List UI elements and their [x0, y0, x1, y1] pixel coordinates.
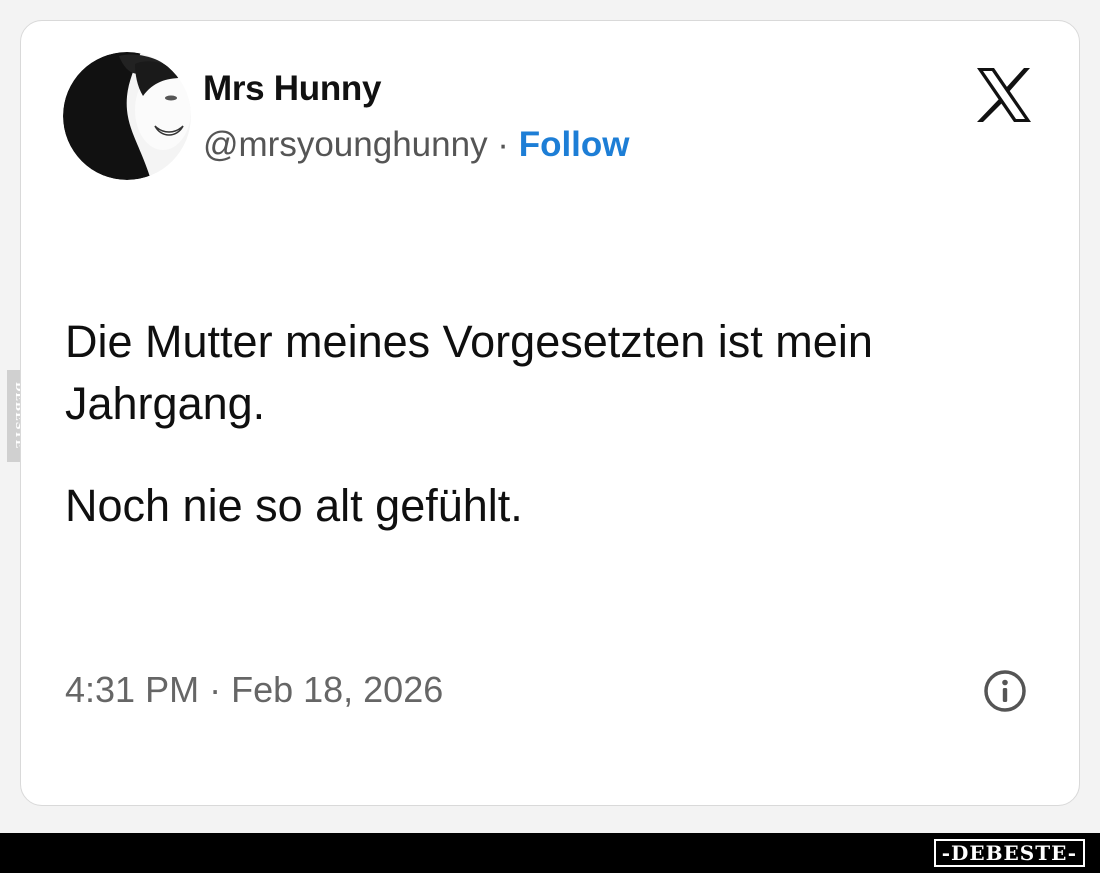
bottom-watermark-bar: -DEBESTE- [0, 833, 1100, 873]
tweet-time: 4:31 PM [65, 669, 200, 710]
tweet-paragraph: Noch nie so alt gefühlt. [65, 480, 523, 531]
x-logo-icon[interactable] [974, 65, 1034, 125]
info-icon[interactable] [983, 669, 1027, 713]
handle-separator: · [487, 125, 519, 164]
handle-row: @mrsyounghunny · Follow [203, 125, 630, 165]
tweet-timestamp[interactable]: 4:31 PM · Feb 18, 2026 [65, 669, 443, 711]
page-background: DEBESTE Mrs Hunny @mrsyounghun [0, 0, 1100, 833]
avatar[interactable] [63, 52, 191, 180]
tweet-card: Mrs Hunny @mrsyounghunny · Follow Die Mu… [20, 20, 1080, 806]
tweet-date: Feb 18, 2026 [231, 669, 444, 710]
brand-watermark: -DEBESTE- [933, 839, 1085, 867]
tweet-paragraph: Die Mutter meines Vorgesetzten ist mein … [65, 316, 873, 429]
meta-separator: · [199, 669, 232, 710]
author-handle[interactable]: @mrsyounghunny [203, 125, 488, 164]
follow-button[interactable]: Follow [519, 125, 630, 164]
author-name[interactable]: Mrs Hunny [203, 69, 381, 109]
avatar-image [63, 52, 191, 180]
tweet-text: Die Mutter meines Vorgesetzten ist mein … [65, 311, 1050, 537]
